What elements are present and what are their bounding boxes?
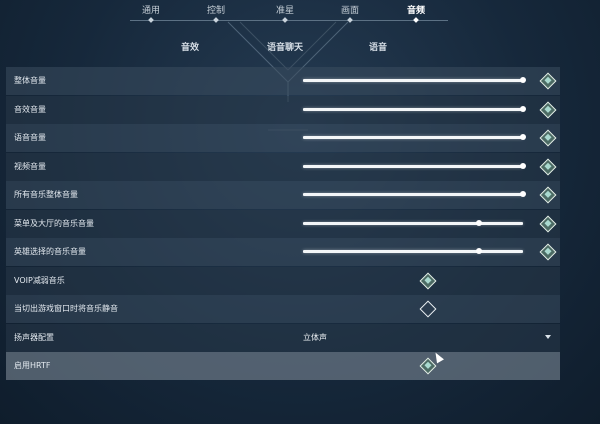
speaker-config-dropdown[interactable]: 立体声: [303, 324, 557, 352]
slider-track: [303, 107, 523, 111]
agent-select-music-volume-slider[interactable]: [303, 248, 523, 254]
enable-hrtf-checkbox[interactable]: [419, 357, 437, 375]
chevron-down-icon: [545, 334, 551, 339]
setting-label: 启用HRTF: [14, 361, 51, 370]
tab-marker-icon: [282, 17, 288, 23]
top-navigation: 通用 控制 准星 画面 音频: [0, 0, 600, 24]
setting-row-video-volume: 视频音量: [6, 152, 560, 181]
setting-label: 扬声器配置: [14, 332, 54, 342]
setting-row-enable-hrtf: 启用HRTF: [6, 352, 560, 380]
slider-track: [303, 193, 523, 196]
sfx-volume-checkbox[interactable]: [539, 101, 557, 118]
tab-marker-icon: [347, 17, 353, 23]
voip-duck-music-checkbox[interactable]: [419, 272, 437, 289]
setting-label: 语音音量: [14, 133, 46, 142]
setting-row-voip-duck-music: VOIP减弱音乐: [6, 266, 560, 295]
music-volume-checkbox[interactable]: [539, 186, 557, 204]
slider-track: [303, 79, 523, 82]
subtab-sound-effects[interactable]: 音效: [181, 40, 199, 53]
setting-row-overall-volume: 整体音量: [6, 67, 560, 95]
menu-music-volume-slider[interactable]: [303, 219, 523, 226]
tab-video[interactable]: 画面: [341, 3, 359, 23]
setting-row-music-volume: 所有音乐整体音量: [6, 181, 560, 209]
slider-thumb[interactable]: [476, 248, 482, 254]
tab-marker-icon: [413, 17, 419, 23]
top-tab-divider: [130, 20, 448, 21]
tab-marker-icon: [213, 17, 219, 23]
setting-row-sfx-volume: 音效音量: [6, 95, 560, 124]
setting-row-speaker-config: 扬声器配置 立体声: [6, 323, 560, 352]
setting-label: 整体音量: [14, 76, 46, 85]
tab-audio[interactable]: 音频: [407, 3, 425, 23]
settings-list: 整体音量 音效音量 语音音量 视频音量 所有音乐整体音量 菜单及大厅的音乐音量 …: [6, 67, 560, 381]
setting-label: 所有音乐整体音量: [14, 190, 78, 199]
dropdown-value: 立体声: [303, 332, 327, 342]
agent-select-music-volume-checkbox[interactable]: [539, 243, 557, 261]
voice-volume-slider[interactable]: [303, 134, 526, 140]
slider-thumb[interactable]: [476, 219, 482, 226]
slider-track: [303, 221, 523, 225]
slider-track: [303, 250, 523, 253]
slider-thumb[interactable]: [520, 105, 526, 112]
setting-row-agent-select-music-volume: 英雄选择的音乐音量: [6, 238, 560, 266]
slider-thumb[interactable]: [520, 162, 526, 169]
setting-label: 音效音量: [14, 104, 46, 114]
setting-row-voice-volume: 语音音量: [6, 124, 560, 152]
music-volume-slider[interactable]: [303, 191, 526, 197]
subtab-voice-chat[interactable]: 语音聊天: [267, 40, 303, 53]
mute-music-unfocused-checkbox[interactable]: [419, 300, 437, 318]
setting-label: 视频音量: [14, 161, 46, 171]
slider-track: [303, 136, 523, 139]
slider-track: [303, 164, 523, 168]
sfx-volume-slider[interactable]: [303, 105, 526, 112]
setting-label: 英雄选择的音乐音量: [14, 247, 86, 256]
setting-label: 当切出游戏窗口时将音乐静音: [14, 304, 118, 313]
slider-thumb[interactable]: [520, 77, 526, 83]
setting-row-mute-music-unfocused: 当切出游戏窗口时将音乐静音: [6, 295, 560, 323]
setting-row-menu-music-volume: 菜单及大厅的音乐音量: [6, 209, 560, 238]
menu-music-volume-checkbox[interactable]: [539, 215, 557, 232]
slider-thumb[interactable]: [520, 191, 526, 197]
slider-thumb[interactable]: [520, 134, 526, 140]
setting-label: VOIP减弱音乐: [14, 275, 65, 285]
overall-volume-slider[interactable]: [303, 77, 526, 83]
voice-volume-checkbox[interactable]: [539, 129, 557, 147]
subtab-voice[interactable]: 语音: [369, 40, 387, 53]
tab-controls[interactable]: 控制: [207, 3, 225, 23]
tab-crosshair[interactable]: 准星: [276, 3, 294, 23]
video-volume-slider[interactable]: [303, 162, 526, 169]
tab-general[interactable]: 通用: [142, 3, 160, 23]
setting-label: 菜单及大厅的音乐音量: [14, 218, 94, 228]
tab-marker-icon: [148, 17, 154, 23]
overall-volume-checkbox[interactable]: [539, 72, 557, 90]
video-volume-checkbox[interactable]: [539, 158, 557, 175]
